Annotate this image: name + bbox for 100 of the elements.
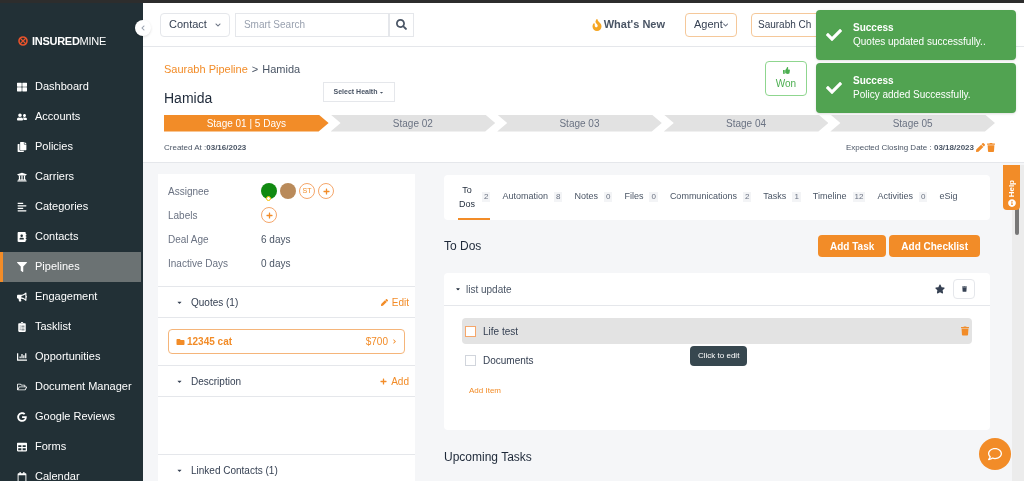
chevron-down-icon [214, 21, 221, 28]
breadcrumb-current: Hamida [262, 62, 301, 77]
trash-icon [961, 286, 967, 292]
created-date: Created At :03/16/2023 [164, 141, 247, 154]
stage-step[interactable]: Stage 03 [497, 114, 662, 132]
users-icon [17, 111, 27, 122]
breadcrumb-separator: > [251, 62, 259, 77]
stage-step[interactable]: Stage 04 [663, 114, 829, 132]
tab[interactable]: Communications 2 [669, 175, 752, 220]
sidebar-item[interactable]: Contacts [0, 221, 143, 252]
sidebar-item[interactable]: Tasklist [0, 311, 143, 342]
sidebar-item[interactable]: Opportunities [0, 341, 143, 372]
sidebar-item[interactable]: Categories [0, 191, 143, 222]
lines-icon [17, 201, 27, 212]
tab-count: 0 [918, 191, 928, 202]
sidebar-item[interactable]: Google Reviews [0, 401, 143, 432]
flame-icon [591, 18, 602, 31]
tab[interactable]: Activities 0 [877, 175, 928, 220]
caret-icon[interactable] [455, 286, 461, 292]
sidebar-item[interactable]: Carriers [0, 161, 143, 192]
checklist-title: list update [466, 282, 512, 297]
field-label: Labels [168, 208, 199, 223]
field-value: 6 days [261, 232, 291, 247]
tab[interactable]: Tasks 1 [763, 175, 801, 220]
search-field[interactable]: Smart Search [234, 12, 389, 37]
tab[interactable]: Automation 8 [502, 175, 563, 220]
stage-step[interactable]: Stage 02 [330, 114, 496, 132]
collapse-button[interactable] [135, 20, 151, 36]
tab-count: 12 [852, 191, 866, 202]
section-title: Linked Contacts (1) [191, 463, 278, 478]
checkbox[interactable] [465, 354, 476, 366]
pencil-icon [380, 298, 388, 306]
whats-new-link[interactable]: What's New [591, 16, 665, 33]
thumbs-up-icon [782, 66, 790, 74]
g-letter-icon [17, 411, 27, 422]
sidebar-item[interactable]: Policies [0, 131, 143, 162]
deal-name: Hamida [164, 88, 214, 108]
table-icon [17, 441, 27, 452]
search-scope-dropdown[interactable]: Contact [160, 12, 230, 37]
closing-date: Expected Closing Date : 03/18/2023 [845, 141, 974, 154]
quote-name: 12345 cat [187, 335, 233, 349]
checklist-item[interactable]: Documents [462, 347, 537, 373]
tab-count: 0 [649, 191, 658, 202]
caret-icon [379, 89, 385, 95]
logo-icon [18, 36, 28, 47]
search-icon [395, 19, 407, 30]
section-heading: Upcoming Tasks [444, 449, 533, 466]
documents-icon [17, 141, 27, 152]
field-label: Deal Age [168, 232, 210, 247]
checkbox[interactable] [465, 325, 476, 337]
tab-count: 0 [603, 191, 613, 202]
toast-title: Success [853, 74, 895, 88]
sidebar-item[interactable]: Engagement [0, 281, 143, 312]
sidebar-item[interactable]: Pipelines [0, 251, 141, 282]
chevron-right-icon [392, 339, 397, 344]
logo-text: INSUREDMINE [32, 34, 106, 49]
search-button[interactable] [388, 12, 414, 37]
toast-message: Quotes updated successfully.. [853, 35, 986, 49]
calendar-icon [17, 471, 27, 481]
check-icon [826, 27, 842, 43]
role-dropdown[interactable]: Agent [685, 12, 737, 37]
sidebar-item[interactable]: Accounts [0, 101, 143, 132]
checklist-item[interactable]: Life test [462, 318, 972, 344]
avatar-icon [261, 183, 277, 199]
sidebar-item[interactable]: Dashboard [0, 71, 143, 102]
star-icon[interactable] [935, 284, 945, 294]
tab[interactable]: Files 0 [624, 175, 658, 220]
section-title: Quotes (1) [191, 295, 239, 310]
check-icon [826, 80, 842, 96]
sidebar-item[interactable]: Document Manager [0, 371, 143, 402]
field-label: Inactive Days [168, 256, 230, 271]
stage-step[interactable]: Stage 05 [830, 114, 995, 132]
clipboard-icon [17, 321, 27, 332]
plus-icon [322, 187, 330, 195]
delete-button[interactable] [953, 279, 975, 299]
tab-count: 8 [554, 191, 563, 202]
section-title: Description [191, 374, 242, 389]
tab-count: 2 [482, 191, 491, 202]
tab-count: 2 [742, 191, 752, 202]
funnel-icon [17, 261, 27, 272]
megaphone-icon [17, 291, 27, 302]
plus-icon [380, 377, 388, 385]
contact-card-icon [17, 231, 27, 242]
bar-chart-icon [17, 351, 27, 362]
field-label: Assignee [168, 184, 211, 199]
tab[interactable]: eSig [939, 175, 958, 220]
chevron-down-icon [722, 21, 728, 28]
section-heading: To Dos [444, 238, 482, 255]
toast-message: Policy added Successfully. [853, 88, 971, 102]
folder-icon [17, 381, 27, 392]
tab[interactable]: Notes 0 [574, 175, 613, 220]
tab[interactable]: Timeline 12 [812, 175, 866, 220]
sidebar-item[interactable]: Forms [0, 431, 143, 462]
sidebar-item[interactable]: Calendar [0, 461, 143, 481]
folder-icon [176, 337, 185, 346]
tab-count: 1 [792, 191, 801, 202]
tab[interactable]: To Dos 2 [458, 175, 491, 220]
bank-icon [17, 171, 27, 182]
plus-icon [265, 211, 273, 219]
chevron-left-icon [140, 25, 146, 31]
